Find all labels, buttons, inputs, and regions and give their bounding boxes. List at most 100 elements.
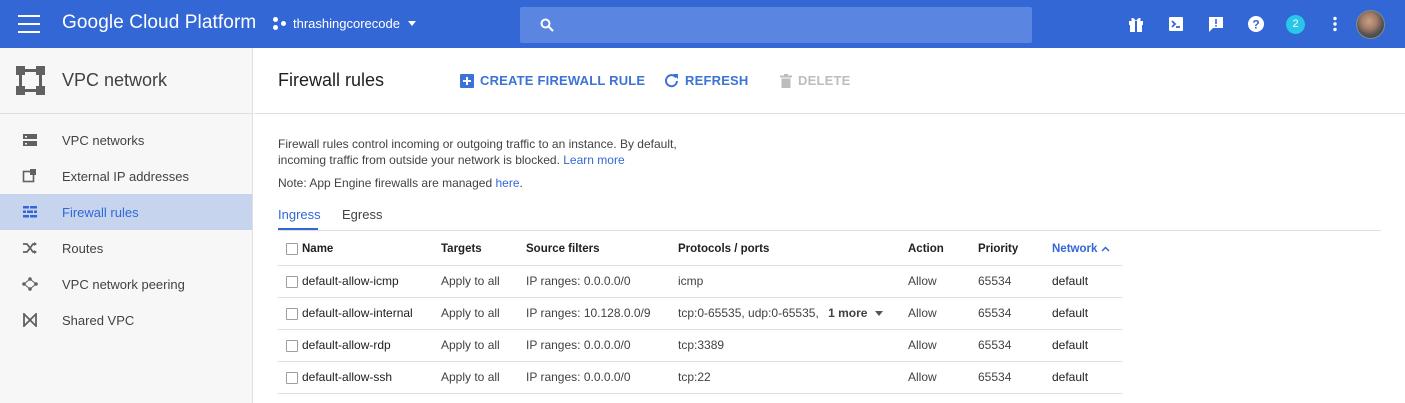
note-text: Note: App Engine firewalls are managed <box>278 176 493 190</box>
project-selector[interactable]: thrashingcorecode <box>273 16 416 31</box>
refresh-button[interactable]: REFRESH <box>664 73 749 88</box>
rule-protocols: tcp:0-65535, udp:0-65535, <box>678 306 819 320</box>
learn-more-link[interactable]: Learn more <box>563 153 624 167</box>
tab-ingress[interactable]: Ingress <box>278 207 321 222</box>
refresh-label: REFRESH <box>685 73 749 88</box>
row-checkbox[interactable] <box>286 339 298 352</box>
rule-targets: Apply to all <box>441 329 526 362</box>
select-all-cell <box>278 233 302 266</box>
sidebar-item-firewall-rules[interactable]: Firewall rules <box>0 194 252 230</box>
brand-title[interactable]: Google Cloud Platform <box>62 12 256 34</box>
row-select-cell <box>278 297 302 330</box>
column-network[interactable]: Network <box>1052 233 1122 266</box>
column-priority[interactable]: Priority <box>978 233 1052 266</box>
feedback-icon[interactable] <box>1206 14 1226 34</box>
more-vert-icon[interactable] <box>1325 14 1345 34</box>
search-icon <box>540 18 554 32</box>
sidebar-item-label: External IP addresses <box>62 168 189 184</box>
page-header: Firewall rules CREATE FIREWALL RULE REFR… <box>254 48 1405 114</box>
sidebar-item-external-ip[interactable]: External IP addresses <box>0 158 252 194</box>
peering-icon <box>22 277 38 291</box>
more-protocols-toggle[interactable]: 1 more <box>828 306 867 320</box>
rule-targets: Apply to all <box>441 297 526 330</box>
rule-source: IP ranges: 10.128.0.0/9 <box>526 297 678 330</box>
sidebar-item-shared-vpc[interactable]: Shared VPC <box>0 302 252 338</box>
row-checkbox[interactable] <box>286 307 298 320</box>
rule-action: Allow <box>908 361 978 394</box>
sidebar-title: VPC network <box>62 70 168 90</box>
description-line-1: Firewall rules control incoming or outgo… <box>278 137 677 151</box>
menu-icon[interactable] <box>18 15 40 33</box>
page-title: Firewall rules <box>278 70 385 90</box>
gift-icon[interactable] <box>1126 14 1146 34</box>
help-icon[interactable]: ? <box>1246 14 1266 34</box>
chevron-down-icon[interactable] <box>875 311 884 317</box>
tab-egress[interactable]: Egress <box>342 207 382 222</box>
search-input[interactable] <box>520 7 1032 43</box>
rule-network[interactable]: default <box>1052 361 1122 394</box>
refresh-icon <box>665 74 678 88</box>
rule-name[interactable]: default-allow-internal <box>302 297 441 330</box>
column-protocols-ports[interactable]: Protocols / ports <box>678 233 908 266</box>
delete-label: DELETE <box>798 73 851 88</box>
routes-icon <box>23 242 37 254</box>
sidebar-item-label: Firewall rules <box>62 204 139 220</box>
rule-priority: 65534 <box>978 265 1052 298</box>
row-checkbox[interactable] <box>286 371 298 384</box>
project-name: thrashingcorecode <box>293 16 400 31</box>
rule-network[interactable]: default <box>1052 265 1122 298</box>
vpc-networks-icon <box>23 134 37 146</box>
rule-protocols-cell: tcp:0-65535, udp:0-65535, 1 more <box>678 297 908 330</box>
avatar[interactable] <box>1356 10 1385 39</box>
main-content: Firewall rules CREATE FIREWALL RULE REFR… <box>254 48 1405 403</box>
active-tab-indicator <box>278 228 318 230</box>
rule-network[interactable]: default <box>1052 297 1122 330</box>
top-bar: Google Cloud Platform thrashingcorecode … <box>0 0 1405 48</box>
column-action[interactable]: Action <box>908 233 978 266</box>
rule-network[interactable]: default <box>1052 329 1122 362</box>
rule-targets: Apply to all <box>441 265 526 298</box>
table-row[interactable]: default-allow-rdp Apply to all IP ranges… <box>278 329 1122 362</box>
rule-name[interactable]: default-allow-ssh <box>302 361 441 394</box>
cloud-shell-icon[interactable] <box>1166 14 1186 34</box>
note-suffix: . <box>519 176 523 190</box>
sidebar: VPC network VPC networks External IP add… <box>0 48 253 403</box>
svg-text:?: ? <box>1252 18 1259 32</box>
column-targets[interactable]: Targets <box>441 233 526 266</box>
external-ip-icon <box>22 169 36 183</box>
rule-name[interactable]: default-allow-icmp <box>302 265 441 298</box>
description: Firewall rules control incoming or outgo… <box>278 136 708 168</box>
description-line-2: incoming traffic from outside your netwo… <box>278 153 560 167</box>
column-name[interactable]: Name <box>302 233 441 266</box>
rule-action: Allow <box>908 265 978 298</box>
rule-protocols: tcp:22 <box>678 361 908 394</box>
sidebar-item-label: Routes <box>62 240 104 256</box>
rule-source: IP ranges: 0.0.0.0/0 <box>526 361 678 394</box>
add-box-icon <box>460 73 474 88</box>
row-select-cell <box>278 361 302 394</box>
column-source-filters[interactable]: Source filters <box>526 233 678 266</box>
column-network-label: Network <box>1052 242 1098 255</box>
sidebar-item-routes[interactable]: Routes <box>0 230 252 266</box>
shared-vpc-icon <box>23 313 37 327</box>
firewall-rules-table: Name Targets Source filters Protocols / … <box>278 233 1122 394</box>
delete-icon <box>780 73 792 88</box>
sidebar-header: VPC network <box>0 48 252 114</box>
delete-button[interactable]: DELETE <box>780 73 850 88</box>
table-row[interactable]: default-allow-ssh Apply to all IP ranges… <box>278 361 1122 394</box>
row-select-cell <box>278 329 302 362</box>
create-firewall-rule-button[interactable]: CREATE FIREWALL RULE <box>460 73 645 88</box>
notifications-badge[interactable]: 2 <box>1286 15 1305 34</box>
row-checkbox[interactable] <box>286 275 298 288</box>
table-row[interactable]: default-allow-icmp Apply to all IP range… <box>278 265 1122 298</box>
sidebar-item-vpc-networks[interactable]: VPC networks <box>0 122 252 158</box>
table-row[interactable]: default-allow-internal Apply to all IP r… <box>278 297 1122 330</box>
rule-source: IP ranges: 0.0.0.0/0 <box>526 329 678 362</box>
row-select-cell <box>278 265 302 298</box>
note-here-link[interactable]: here <box>495 176 519 190</box>
sidebar-item-vpc-peering[interactable]: VPC network peering <box>0 266 252 302</box>
rule-protocols: icmp <box>678 265 908 298</box>
rule-name[interactable]: default-allow-rdp <box>302 329 441 362</box>
sidebar-item-label: Shared VPC <box>62 312 135 328</box>
select-all-checkbox[interactable] <box>286 242 298 255</box>
